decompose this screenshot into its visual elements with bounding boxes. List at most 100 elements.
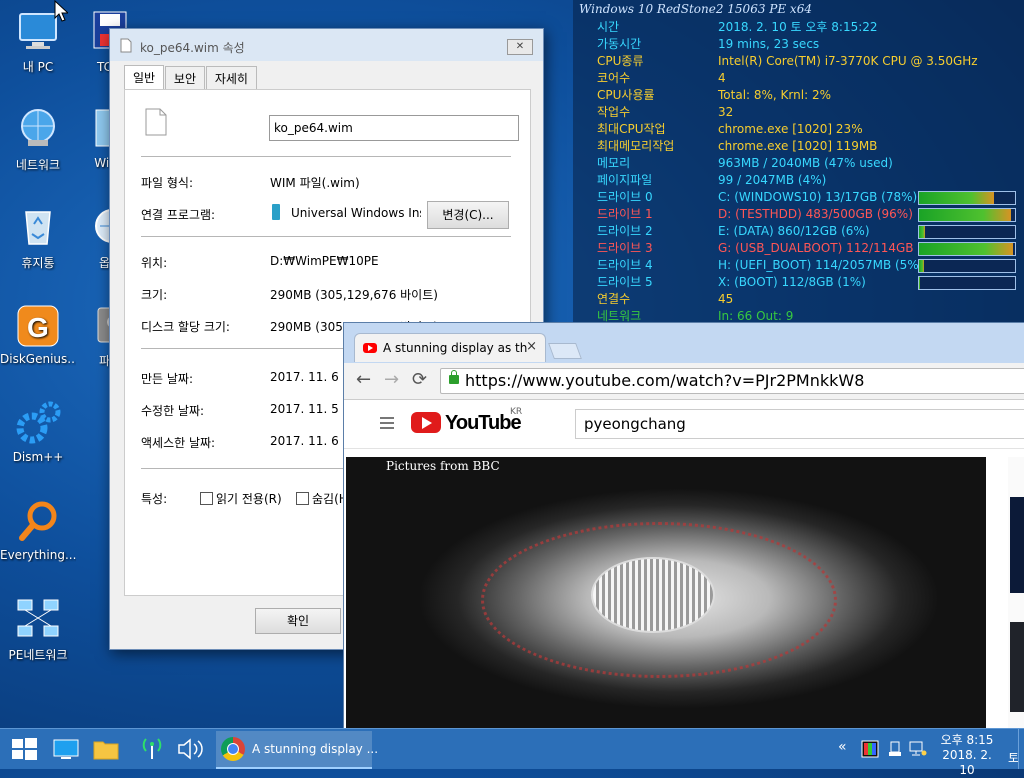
related-video-thumbnail[interactable]: [1010, 622, 1024, 712]
file-icon: [120, 38, 132, 53]
search-value: pyeongchang: [584, 415, 686, 433]
reload-button[interactable]: ⟳: [412, 371, 427, 389]
desktop-icon-pe-network[interactable]: PE네트워크: [0, 596, 76, 663]
open-with-value: Universal Windows Insta: [291, 206, 421, 220]
system-info-row: 드라이브 3 G: (USB_DUALBOOT) 112/114GB (98%): [597, 240, 1017, 257]
tab-details[interactable]: 자세히: [205, 66, 257, 90]
system-info-row: 최대CPU작업 chrome.exe [1020] 23%: [597, 121, 1017, 138]
drive-usage-bar: [918, 225, 1016, 239]
usb-device-icon[interactable]: [888, 741, 902, 757]
network-globe-icon: [14, 106, 62, 154]
video-player[interactable]: Pictures from BBC: [346, 457, 986, 729]
chrome-window: A stunning display as the × ← → ⟳ https:…: [343, 322, 1024, 730]
address-bar[interactable]: https://www.youtube.com/watch?v=PJr2PMnk…: [440, 368, 1024, 394]
desktop-icon-everything[interactable]: Everything...: [0, 498, 76, 562]
system-info-row: 드라이브 2 E: (DATA) 860/12GB (6%): [597, 223, 1017, 240]
network-monitor-icon[interactable]: [909, 741, 927, 757]
youtube-header: YouTube KR pyeongchang: [344, 400, 1024, 449]
youtube-favicon-icon: [363, 343, 377, 353]
dialog-tabs: 일반 보안 자세히: [124, 65, 257, 91]
close-button[interactable]: ✕: [507, 39, 533, 55]
back-button[interactable]: ←: [356, 371, 371, 389]
system-info-value: 2018. 2. 10 토 오후 8:15:22: [718, 20, 878, 34]
accessed-label: 액세스한 날짜:: [141, 436, 216, 450]
system-info-key: 드라이브 0: [597, 190, 653, 204]
tab-general[interactable]: 일반: [124, 65, 165, 91]
chrome-icon: [221, 737, 245, 761]
dialog-titlebar[interactable]: ko_pe64.wim 속성 ✕: [110, 29, 543, 61]
system-info-key: CPU종류: [597, 54, 644, 68]
open-with-label: 연결 프로그램:: [141, 208, 216, 222]
system-info-row: 페이지파일 99 / 2047MB (4%): [597, 172, 1017, 189]
app-icon: [272, 204, 280, 220]
system-info-key: 최대메모리작업: [597, 139, 675, 153]
volume-icon[interactable]: [176, 735, 204, 763]
created-value: 2017. 11. 6: [270, 370, 339, 384]
drive-usage-fill: [919, 209, 1012, 221]
youtube-logo-icon[interactable]: [411, 412, 441, 433]
system-info-key: 드라이브 5: [597, 275, 653, 289]
file-type-value: WIM 파일(.wim): [270, 176, 360, 190]
desktop-icon-label: DiskGenius...: [0, 352, 76, 366]
menu-icon[interactable]: [380, 417, 394, 432]
filename-input[interactable]: ko_pe64.wim: [269, 115, 519, 141]
desktop-icon-dism[interactable]: Dism++: [0, 400, 76, 464]
start-windows-icon[interactable]: [10, 735, 38, 763]
diskgenius-icon: G: [14, 302, 62, 350]
system-info-row: 드라이브 0 C: (WINDOWS10) 13/17GB (78%): [597, 189, 1017, 206]
system-info-row: 메모리 963MB / 2040MB (47% used): [597, 155, 1017, 172]
forward-button[interactable]: →: [384, 371, 399, 389]
clock-date: 2018. 2. 10: [942, 748, 992, 777]
tab-security[interactable]: 보안: [164, 66, 206, 90]
system-info-key: 페이지파일: [597, 173, 653, 187]
system-info-key: 시간: [597, 20, 620, 34]
divider: [141, 156, 511, 157]
file-explorer-icon[interactable]: [92, 735, 120, 763]
tab-close-button[interactable]: ×: [526, 339, 537, 354]
checkbox-box[interactable]: [200, 492, 213, 505]
location-label: 위치:: [141, 256, 168, 270]
browser-tab[interactable]: A stunning display as the ×: [354, 333, 546, 362]
drive-usage-bar: [918, 191, 1016, 205]
desktop-icon-label: Dism++: [12, 450, 64, 464]
system-info-row: 작업수 32: [597, 104, 1017, 121]
taskbar-clock[interactable]: 오후 8:15 2018. 2. 10: [934, 733, 1000, 778]
show-desktop-button[interactable]: [1018, 729, 1024, 769]
system-info-value: 19 mins, 23 secs: [718, 37, 820, 51]
system-info-key: 최대CPU작업: [597, 122, 666, 136]
drive-usage-fill: [919, 192, 994, 204]
system-info-value: E: (DATA) 860/12GB (6%): [718, 224, 870, 238]
desktop-icon[interactable]: [52, 735, 80, 763]
system-info-value: 4: [718, 71, 726, 85]
display-settings-icon[interactable]: [861, 740, 879, 758]
system-info-row: 시간 2018. 2. 10 토 오후 8:15:22: [597, 19, 1017, 36]
desktop-icon-label: 네트워크: [15, 158, 61, 172]
system-info-key: 코어수: [597, 71, 631, 85]
modified-label: 수정한 날짜:: [141, 404, 205, 418]
new-tab-button[interactable]: [548, 343, 582, 359]
readonly-checkbox[interactable]: 읽기 전용(R): [200, 490, 282, 507]
system-info-key: 작업수: [597, 105, 631, 119]
desktop-icon-diskgenius[interactable]: G DiskGenius...: [0, 302, 76, 366]
tray-chevron-icon[interactable]: «: [838, 739, 847, 755]
system-info-value: C: (WINDOWS10) 13/17GB (78%): [718, 190, 918, 204]
drive-usage-bar: [918, 259, 1016, 273]
change-button[interactable]: 변경(C)...: [427, 201, 509, 229]
ok-button[interactable]: 확인: [255, 608, 341, 634]
desktop-icon-network[interactable]: 네트워크: [0, 106, 76, 173]
taskbar-chrome-task[interactable]: A stunning display ...: [216, 731, 378, 769]
region-badge: KR: [510, 407, 523, 417]
system-info-row: 최대메모리작업 chrome.exe [1020] 119MB: [597, 138, 1017, 155]
system-info-value: 963MB / 2040MB (47% used): [718, 156, 893, 170]
drive-usage-fill: [919, 226, 925, 238]
search-input[interactable]: pyeongchang: [575, 409, 1024, 439]
drive-usage-fill: [919, 260, 924, 272]
system-info-row: CPU종류 Intel(R) Core(TM) i7-3770K CPU @ 3.…: [597, 53, 1017, 70]
system-info-key: CPU사용률: [597, 88, 655, 102]
checkbox-box[interactable]: [296, 492, 309, 505]
network-signal-icon[interactable]: [138, 735, 166, 763]
desktop-icon-recycle-bin[interactable]: 휴지통: [0, 204, 76, 271]
related-video-thumbnail[interactable]: [1010, 497, 1024, 593]
system-info-row: 드라이브 1 D: (TESTHDD) 483/500GB (96%): [597, 206, 1017, 223]
desktop-icon-label: Everything...: [0, 548, 76, 562]
